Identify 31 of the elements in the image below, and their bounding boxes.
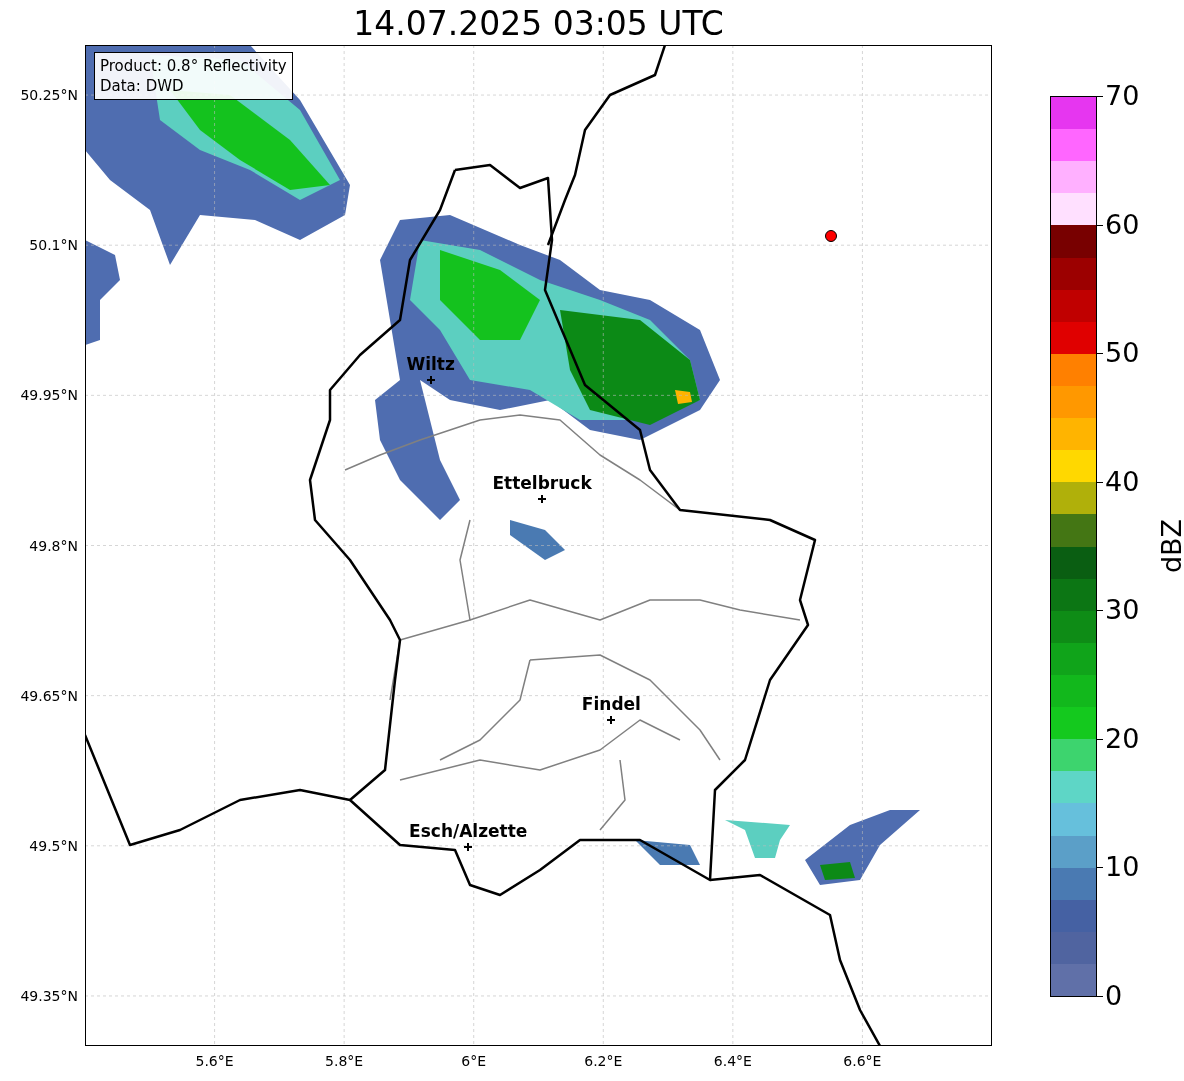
info-text: Data: DWD	[100, 76, 185, 96]
colorbar-tick-label: 0	[1105, 980, 1123, 1012]
city-marker-icon	[464, 842, 473, 851]
city-marker-icon	[426, 376, 435, 385]
city-label: Esch/Alzette	[409, 820, 528, 841]
colorbar-tick-label: 60	[1105, 208, 1140, 241]
colorbar-tick-label: 70	[1105, 80, 1140, 112]
city-label: Wiltz	[406, 354, 455, 375]
axis-tick-label: 5.8°E	[325, 1052, 364, 1070]
axis-tick-label: 49.8°N	[29, 536, 78, 555]
colorbar-tick-label: 10	[1105, 851, 1140, 884]
city-label: Findel	[581, 693, 641, 714]
axis-tick-label: 49.35°N	[20, 986, 78, 1005]
colorbar-tick-label: 50	[1105, 337, 1140, 370]
colorbar-tick-label: 20	[1105, 722, 1140, 755]
colorbar-tick-label: 30	[1105, 594, 1140, 627]
axis-tick-label: 5.6°E	[195, 1052, 234, 1070]
axis-tick-label: 50.1°N	[29, 236, 78, 255]
chart-title: 14.07.2025 03:05 UTC	[352, 4, 725, 44]
info-text: Product: 0.8° Reflectivity	[100, 56, 287, 76]
axis-tick-label: 49.5°N	[29, 836, 78, 855]
city-label: Ettelbruck	[492, 473, 592, 494]
axis-tick-label: 6.6°E	[843, 1052, 882, 1070]
axis-tick-label: 6.2°E	[584, 1052, 623, 1070]
axis-tick-label: 49.65°N	[20, 686, 78, 705]
axis-tick-label: 50.25°N	[20, 86, 78, 105]
axis-tick-label: 6°E	[461, 1052, 487, 1070]
axis-tick-label: 49.95°N	[20, 386, 78, 405]
axis-tick-label: 6.4°E	[713, 1052, 752, 1070]
colorbar-tick-label: 40	[1105, 465, 1140, 498]
colorbar-label: dBZ	[1156, 518, 1184, 574]
